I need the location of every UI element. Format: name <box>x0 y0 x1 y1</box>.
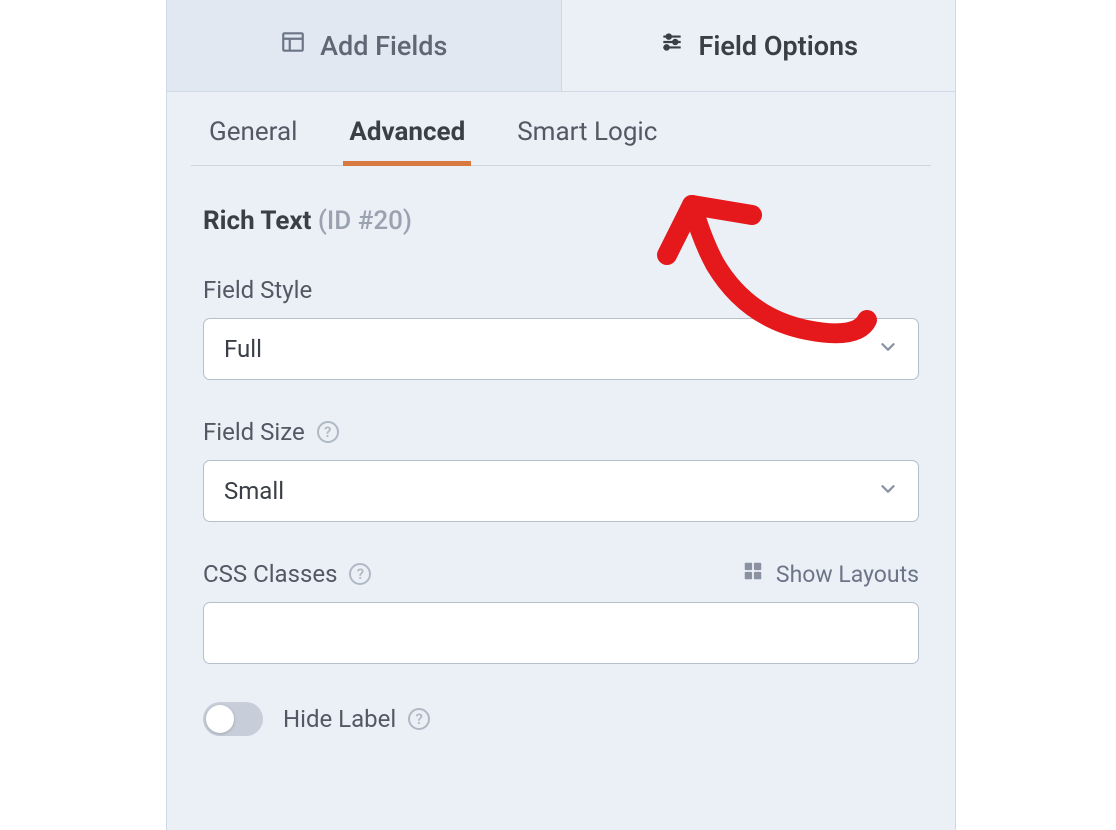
tab-add-fields[interactable]: Add Fields <box>167 0 562 91</box>
show-layouts-button[interactable]: Show Layouts <box>742 560 919 588</box>
show-layouts-label: Show Layouts <box>776 561 919 588</box>
field-size-select[interactable]: Small <box>203 460 919 522</box>
field-name: Rich Text <box>203 206 311 236</box>
tab-field-options-label: Field Options <box>699 30 858 62</box>
css-classes-input[interactable] <box>203 602 919 664</box>
sliders-icon <box>659 29 685 62</box>
field-style-label: Field Style <box>203 276 312 304</box>
grid-icon <box>742 560 764 588</box>
field-title: Rich Text (ID #20) <box>203 206 919 236</box>
hide-label-row: Hide Label ? <box>203 702 919 736</box>
help-icon[interactable]: ? <box>408 708 430 730</box>
field-size-label: Field Size <box>203 418 305 446</box>
subtab-general[interactable]: General <box>203 99 303 165</box>
add-fields-icon <box>280 29 306 62</box>
field-size-value: Small <box>224 477 284 505</box>
sub-tabs: General Advanced Smart Logic <box>191 98 931 166</box>
css-classes-label: CSS Classes <box>203 560 337 588</box>
top-tabs: Add Fields Field Options <box>167 0 955 92</box>
toggle-knob <box>206 705 234 733</box>
field-size-group: Field Size ? Small <box>203 418 919 522</box>
help-icon[interactable]: ? <box>349 563 371 585</box>
help-icon[interactable]: ? <box>317 421 339 443</box>
field-style-select[interactable]: Full <box>203 318 919 380</box>
subtab-advanced[interactable]: Advanced <box>343 99 471 165</box>
content-area: Rich Text (ID #20) Field Style Full Fiel… <box>167 166 955 736</box>
field-options-panel: Add Fields Field Options General Advance… <box>166 0 956 830</box>
tab-add-fields-label: Add Fields <box>320 30 447 62</box>
tab-field-options[interactable]: Field Options <box>562 0 956 91</box>
field-style-value: Full <box>224 335 262 363</box>
field-id: (ID #20) <box>318 206 412 236</box>
hide-label-text: Hide Label <box>283 705 396 733</box>
subtab-smart-logic[interactable]: Smart Logic <box>511 99 663 165</box>
hide-label-toggle[interactable] <box>203 702 263 736</box>
field-style-group: Field Style Full <box>203 276 919 380</box>
css-classes-group: CSS Classes ? Show Layouts <box>203 560 919 664</box>
